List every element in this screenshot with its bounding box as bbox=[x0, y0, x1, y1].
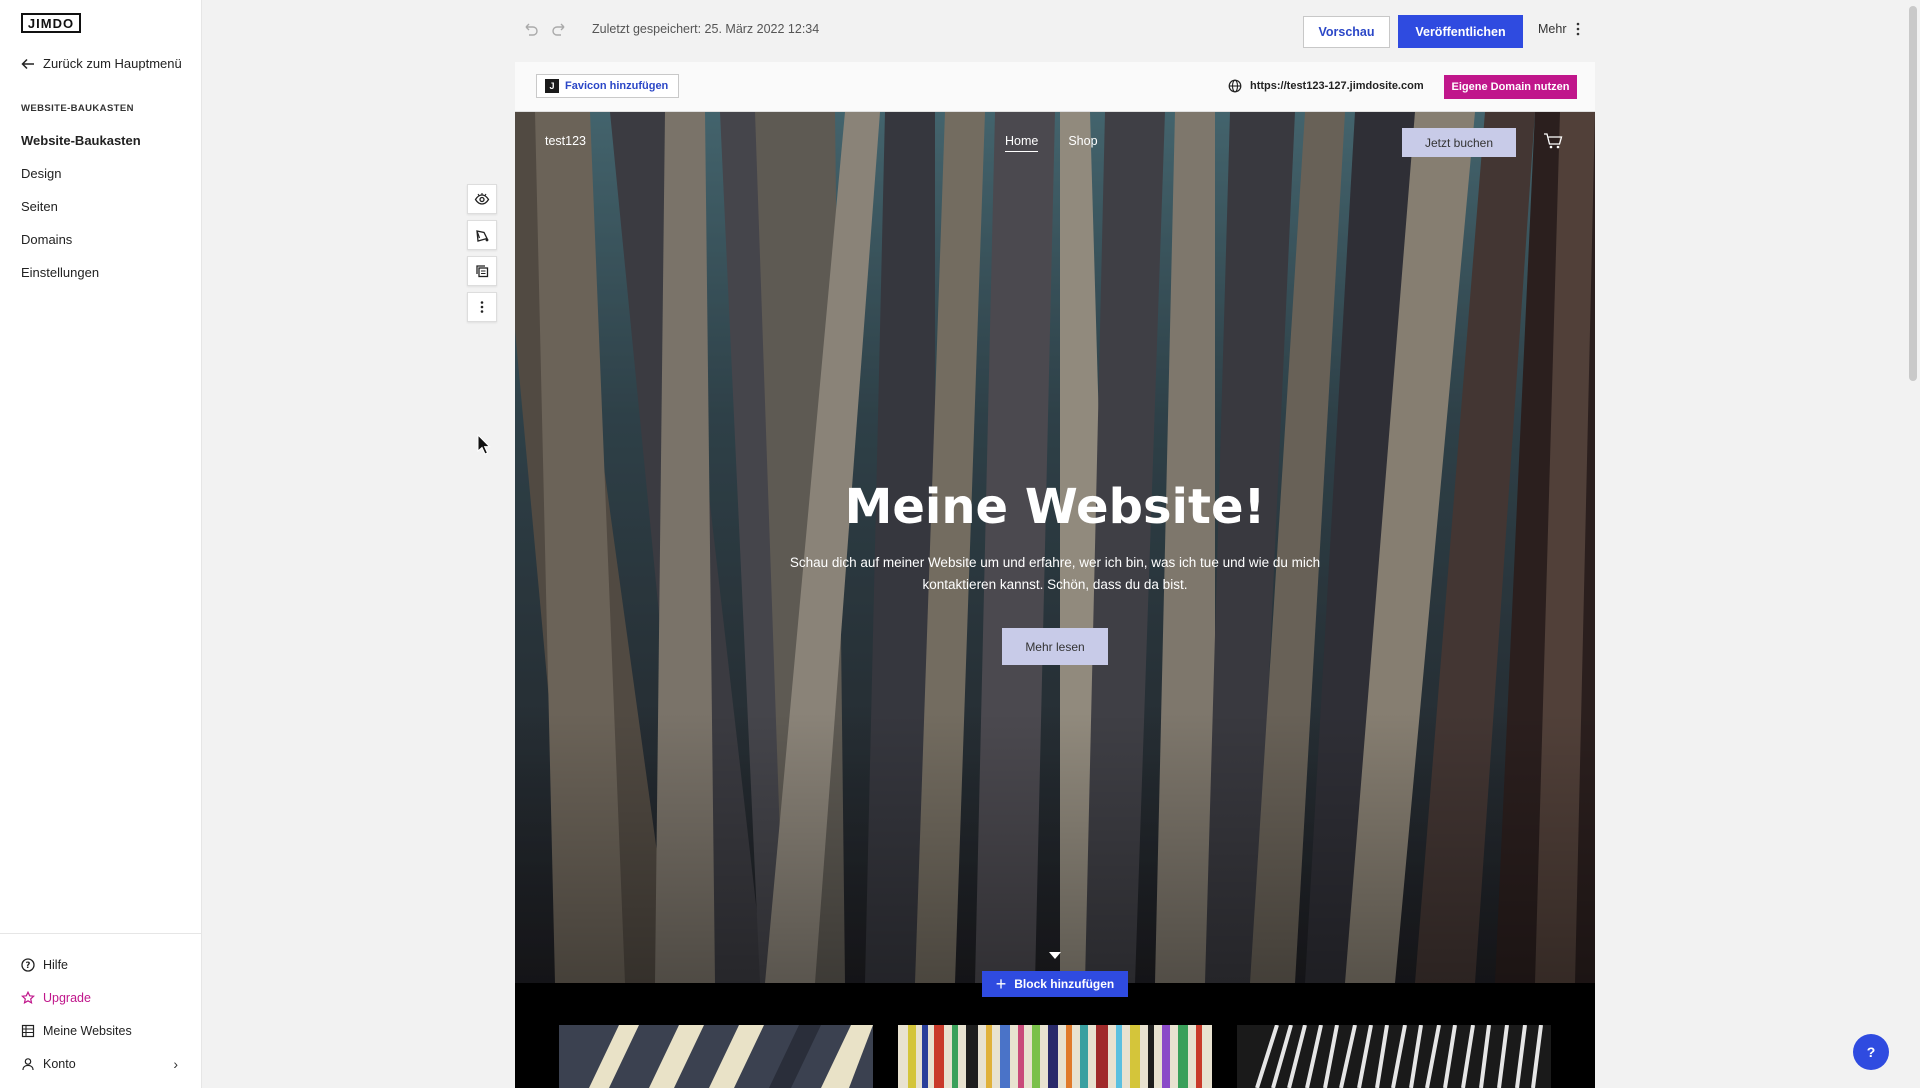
vertical-dots-icon bbox=[1577, 22, 1580, 36]
site-nav-home[interactable]: Home bbox=[1005, 134, 1039, 152]
site-settings-bar: J Favicon hinzufügen https://test123-127… bbox=[515, 62, 1595, 112]
scroll-down-arrow-icon[interactable] bbox=[1049, 952, 1061, 960]
sidebar-item-upgrade[interactable]: Upgrade bbox=[21, 981, 202, 1014]
add-block-button[interactable]: + Block hinzufügen bbox=[982, 971, 1128, 997]
add-block-label: Block hinzufügen bbox=[1014, 977, 1115, 991]
grid-list-icon bbox=[21, 1024, 35, 1037]
sidebar-section-label: WEBSITE-BAUKASTEN bbox=[21, 103, 134, 114]
paint-bucket-icon bbox=[476, 230, 489, 242]
sidebar-item-domains[interactable]: Domains bbox=[21, 229, 141, 262]
undo-icon[interactable] bbox=[522, 20, 540, 38]
user-icon bbox=[22, 1057, 34, 1070]
publish-button[interactable]: Veröffentlichen bbox=[1398, 15, 1523, 48]
more-menu-button[interactable]: Mehr bbox=[1538, 22, 1580, 36]
globe-icon bbox=[1228, 79, 1242, 93]
site-url: https://test123-127.jimdosite.com bbox=[1228, 79, 1424, 93]
gallery-image[interactable] bbox=[1237, 1025, 1551, 1088]
favicon-label: Favicon hinzufügen bbox=[565, 80, 669, 92]
read-more-button[interactable]: Mehr lesen bbox=[1002, 628, 1108, 665]
sidebar-item-design[interactable]: Design bbox=[21, 163, 141, 196]
sidebar-item-website-builder[interactable]: Website-Baukasten bbox=[21, 130, 141, 163]
plus-icon: + bbox=[995, 974, 1007, 994]
gallery-image[interactable] bbox=[559, 1025, 873, 1088]
page-scrollbar[interactable] bbox=[1906, 0, 1920, 1088]
hero-background-image bbox=[515, 112, 1595, 983]
editor-toolbar: Zuletzt gespeichert: 25. März 2022 12:34… bbox=[202, 0, 1920, 62]
site-url-text: https://test123-127.jimdosite.com bbox=[1250, 80, 1424, 92]
scrollbar-thumb[interactable] bbox=[1909, 6, 1917, 381]
hero-subtitle[interactable]: Schau dich auf meiner Website um und erf… bbox=[785, 552, 1325, 596]
sidebar: JIMDO Zurück zum Hauptmenü WEBSITE-BAUKA… bbox=[0, 0, 202, 1088]
site-name[interactable]: test123 bbox=[545, 134, 586, 148]
sidebar-item-my-websites[interactable]: Meine Websites bbox=[21, 1014, 202, 1047]
gallery-image[interactable] bbox=[898, 1025, 1212, 1088]
sidebar-nav: Website-Baukasten Design Seiten Domains … bbox=[21, 130, 141, 295]
shopping-cart-icon[interactable] bbox=[1543, 132, 1563, 150]
last-saved-text: Zuletzt gespeichert: 25. März 2022 12:34 bbox=[592, 22, 820, 36]
sidebar-item-help[interactable]: ? Hilfe bbox=[21, 948, 202, 981]
more-tool-button[interactable] bbox=[467, 292, 497, 322]
redo-icon[interactable] bbox=[550, 20, 568, 38]
hero-title[interactable]: Meine Website! bbox=[515, 479, 1595, 535]
block-toolbar bbox=[467, 184, 497, 322]
jimdo-j-icon: J bbox=[545, 79, 559, 93]
account-label: Konto bbox=[43, 1056, 76, 1071]
my-websites-label: Meine Websites bbox=[43, 1023, 132, 1038]
gallery-image-graphic bbox=[898, 1025, 1212, 1088]
sidebar-item-account[interactable]: Konto › bbox=[21, 1047, 202, 1080]
back-link-label: Zurück zum Hauptmenü bbox=[43, 56, 182, 71]
custom-domain-button[interactable]: Eigene Domain nutzen bbox=[1444, 75, 1577, 99]
upgrade-label: Upgrade bbox=[43, 990, 91, 1005]
duplicate-tool-button[interactable] bbox=[467, 256, 497, 286]
gallery-section[interactable] bbox=[515, 983, 1595, 1088]
add-favicon-button[interactable]: J Favicon hinzufügen bbox=[536, 74, 680, 98]
jimdo-logo[interactable]: JIMDO bbox=[21, 13, 81, 33]
chevron-right-icon: › bbox=[173, 1055, 178, 1072]
arrow-left-icon bbox=[21, 58, 34, 69]
editor-canvas: J Favicon hinzufügen https://test123-127… bbox=[515, 62, 1595, 1088]
more-label: Mehr bbox=[1538, 22, 1567, 36]
back-to-main-menu-link[interactable]: Zurück zum Hauptmenü bbox=[21, 56, 182, 71]
help-circle-icon: ? bbox=[21, 957, 35, 972]
hero-section[interactable]: test123 Home Shop Jetzt buchen Meine Web… bbox=[515, 112, 1595, 983]
help-label: Hilfe bbox=[43, 957, 69, 972]
sidebar-item-pages[interactable]: Seiten bbox=[21, 196, 141, 229]
mouse-cursor-icon bbox=[477, 434, 491, 455]
book-now-button[interactable]: Jetzt buchen bbox=[1402, 128, 1516, 157]
preview-button[interactable]: Vorschau bbox=[1303, 16, 1390, 48]
svg-text:?: ? bbox=[26, 961, 31, 971]
vertical-dots-icon bbox=[480, 301, 484, 313]
eye-icon bbox=[474, 193, 490, 205]
copy-icon bbox=[476, 265, 489, 278]
help-chat-button[interactable]: ? bbox=[1853, 1034, 1889, 1070]
star-icon bbox=[21, 990, 35, 1004]
sidebar-bottom: ? Hilfe Upgrade Meine Websites Konto › bbox=[0, 933, 202, 1088]
sidebar-item-settings[interactable]: Einstellungen bbox=[21, 262, 141, 295]
gallery-image-graphic bbox=[559, 1025, 873, 1088]
gallery-image-graphic bbox=[1237, 1025, 1551, 1088]
style-tool-button[interactable] bbox=[467, 220, 497, 250]
site-navigation: Home Shop bbox=[1005, 134, 1098, 152]
site-nav-shop[interactable]: Shop bbox=[1068, 134, 1097, 152]
visibility-tool-button[interactable] bbox=[467, 184, 497, 214]
